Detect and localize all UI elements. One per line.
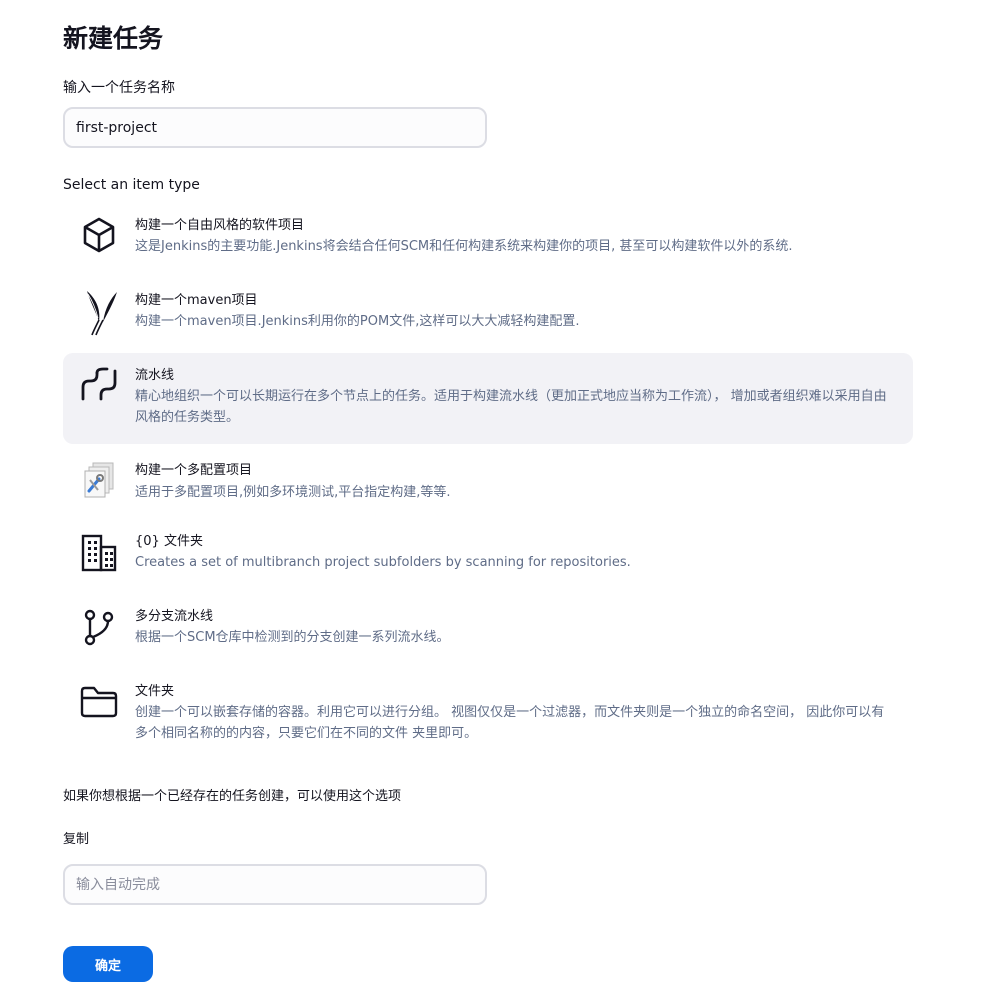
item-type-description: 这是Jenkins的主要功能.Jenkins将会结合任何SCM和任何构建系统来构… [135,239,793,254]
item-type-name: 构建一个多配置项目 [135,463,253,478]
copy-from-label: 复制 [63,832,90,847]
item-name-label: 输入一个任务名称 [63,80,175,96]
item-type-description: 精心地组织一个可以长期运行在多个节点上的任务。适用于构建流水线（更加正式地应当称… [135,389,887,425]
item-type-name: 文件夹 [135,684,175,699]
pipeline-icon [79,365,119,405]
item-type-multibranch[interactable]: 多分支流水线 根据一个SCM仓库中检测到的分支创建一系列流水线。 [63,598,913,670]
item-type-name: 构建一个自由风格的软件项目 [135,218,305,233]
item-type-description: Creates a set of multibranch project sub… [135,555,631,570]
item-type-pipeline[interactable]: 流水线 精心地组织一个可以长期运行在多个节点上的任务。适用于构建流水线（更加正式… [63,353,913,444]
maven-feather-icon [79,288,119,336]
page-title: 新建任务 [63,24,164,53]
item-type-maven[interactable]: 构建一个maven项目 构建一个maven项目.Jenkins利用你的POM文件… [63,278,913,350]
copy-hint: 如果你想根据一个已经存在的任务创建，可以使用这个选项 [63,789,402,804]
organization-building-icon [79,533,119,573]
item-type-multi-config[interactable]: 构建一个多配置项目 适用于多配置项目,例如多环境测试,平台指定构建,等等. [63,448,913,520]
folder-icon [79,682,119,722]
item-type-description: 创建一个可以嵌套存储的容器。利用它可以进行分组。 视图仅仅是一个过滤器，而文件夹… [135,705,885,741]
item-type-freestyle[interactable]: 构建一个自由风格的软件项目 这是Jenkins的主要功能.Jenkins将会结合… [63,203,913,275]
git-branch-icon [79,607,119,647]
ok-button[interactable]: 确定 [63,946,153,982]
item-type-description: 根据一个SCM仓库中检测到的分支创建一系列流水线。 [135,630,450,645]
copy-from-input[interactable] [63,864,487,905]
item-type-name: 多分支流水线 [135,609,214,624]
package-cube-icon [79,215,119,255]
item-type-name: 构建一个maven项目 [135,293,258,308]
item-type-description: 适用于多配置项目,例如多环境测试,平台指定构建,等等. [135,485,451,500]
multi-config-icon [79,461,119,501]
item-type-organization-folder[interactable]: {0} 文件夹 Creates a set of multibranch pro… [63,523,913,595]
item-type-name: {0} 文件夹 [135,534,203,549]
item-type-label: Select an item type [63,177,200,193]
item-name-input[interactable] [63,107,487,148]
item-type-folder[interactable]: 文件夹 创建一个可以嵌套存储的容器。利用它可以进行分组。 视图仅仅是一个过滤器，… [63,673,913,751]
item-type-name: 流水线 [135,368,175,383]
item-type-description: 构建一个maven项目.Jenkins利用你的POM文件,这样可以大大减轻构建配… [135,314,580,329]
